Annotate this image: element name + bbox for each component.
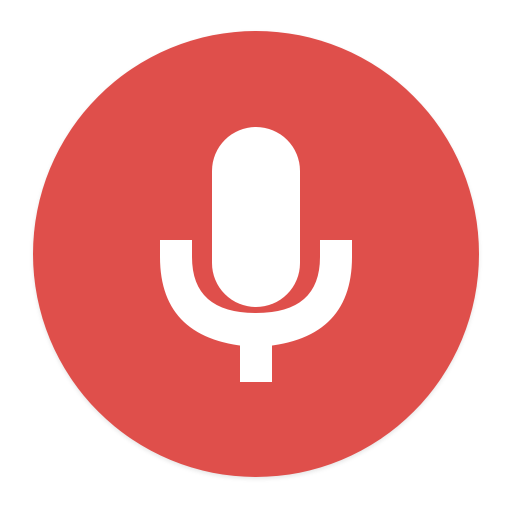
voice-search-button[interactable]	[33, 31, 479, 477]
microphone-icon	[160, 127, 352, 382]
voice-search-stage	[0, 0, 512, 512]
microphone-stand	[240, 337, 272, 382]
microphone-capsule	[212, 127, 300, 307]
